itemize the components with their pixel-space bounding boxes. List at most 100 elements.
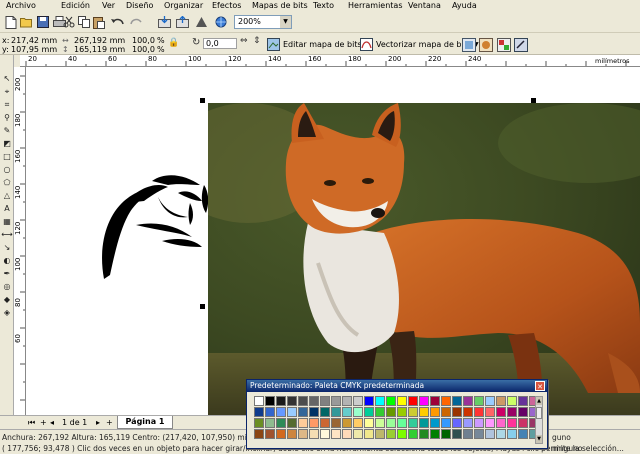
object-height-field[interactable]: 165,119 mm [74,45,125,54]
color-swatch[interactable] [276,407,286,417]
color-swatch[interactable] [287,407,297,417]
color-swatch[interactable] [386,396,396,406]
crop-tool-icon[interactable]: ⌗ [1,99,13,111]
palette-title[interactable]: Predeterminado: Paleta CMYK predetermina… [247,380,547,392]
color-swatch[interactable] [441,418,451,428]
import-icon[interactable] [156,14,172,30]
color-swatch[interactable] [419,396,429,406]
color-swatch[interactable] [265,396,275,406]
color-swatch[interactable] [452,396,462,406]
interactive-blend-tool-icon[interactable]: ◐ [1,255,13,267]
menu-ver[interactable]: Ver [102,0,115,11]
freehand-tool-icon[interactable]: ✎ [1,125,13,137]
color-swatch[interactable] [419,429,429,439]
color-swatch[interactable] [364,396,374,406]
x-position-field[interactable]: 217,42 mm [11,36,57,45]
color-swatch[interactable] [496,429,506,439]
color-swatch[interactable] [430,418,440,428]
color-swatch[interactable] [518,418,528,428]
redo-icon[interactable] [128,14,144,30]
color-swatch[interactable] [386,418,396,428]
scroll-down-icon[interactable]: ▼ [536,435,542,443]
color-swatch[interactable] [254,396,264,406]
crop-bitmap-icon[interactable] [461,37,477,53]
outline-tool-icon[interactable]: ◎ [1,281,13,293]
rectangle-tool-icon[interactable]: □ [1,151,13,163]
color-swatch[interactable] [331,429,341,439]
add-page-after-button[interactable]: + [106,417,113,429]
bitmap-color-mask-icon[interactable] [496,37,512,53]
menu-mapas-de-bits[interactable]: Mapas de bits [252,0,308,11]
dimension-tool-icon[interactable]: ⟷ [1,229,13,241]
color-swatch[interactable] [353,407,363,417]
new-icon[interactable] [3,14,19,30]
color-swatch[interactable] [353,418,363,428]
smart-fill-tool-icon[interactable]: ◩ [1,138,13,150]
color-swatch[interactable] [452,407,462,417]
color-swatch[interactable] [342,407,352,417]
color-swatch[interactable] [375,429,385,439]
color-swatch[interactable] [463,418,473,428]
close-icon[interactable]: ✕ [535,381,545,391]
color-swatch[interactable] [386,407,396,417]
color-swatch[interactable] [265,407,275,417]
edit-bitmap-button[interactable]: Editar mapa de bits... [267,37,369,52]
lock-ratio-icon[interactable]: 🔒 [168,39,179,48]
selection-handle[interactable] [531,98,536,103]
color-swatch[interactable] [254,407,264,417]
color-swatch[interactable] [397,429,407,439]
color-swatch[interactable] [342,396,352,406]
open-icon[interactable] [19,14,35,30]
color-swatch[interactable] [375,396,385,406]
color-swatch[interactable] [276,429,286,439]
color-swatch[interactable] [364,407,374,417]
color-swatch[interactable] [463,407,473,417]
selection-handle[interactable] [200,304,205,309]
first-page-button[interactable]: ⏮ [28,417,35,429]
color-swatch[interactable] [518,429,528,439]
text-tool-icon[interactable]: A [1,203,13,215]
menu-edicion[interactable]: Edición [61,0,90,11]
color-swatch[interactable] [485,429,495,439]
color-swatch[interactable] [298,407,308,417]
pick-tool-icon[interactable]: ↖ [1,73,13,85]
ellipse-tool-icon[interactable]: ○ [1,164,13,176]
outline-status[interactable]: ninguno [552,444,582,454]
scale-width-field[interactable]: 100,0 [132,36,155,45]
color-swatch[interactable] [474,396,484,406]
color-swatch[interactable] [364,418,374,428]
color-swatch[interactable] [485,407,495,417]
shape-tool-icon[interactable]: ⌖ [1,86,13,98]
color-swatch[interactable] [397,407,407,417]
color-swatch[interactable] [518,396,528,406]
connector-tool-icon[interactable]: ↘ [1,242,13,254]
color-swatch[interactable] [408,396,418,406]
rotation-angle-field[interactable]: 0,0 [203,38,237,49]
menu-diseno[interactable]: Diseño [126,0,153,11]
polygon-tool-icon[interactable]: ⬠ [1,177,13,189]
color-swatch[interactable] [408,407,418,417]
selection-handle[interactable] [200,98,205,103]
cut-icon[interactable] [61,14,77,30]
link-bitmap-icon[interactable] [513,37,529,53]
menu-organizar[interactable]: Organizar [164,0,203,11]
fill-tool-icon[interactable]: ◆ [1,294,13,306]
color-swatch[interactable] [309,429,319,439]
color-swatch[interactable] [463,396,473,406]
fill-status[interactable]: guno [552,433,571,443]
color-swatch[interactable] [485,396,495,406]
color-swatch[interactable] [430,429,440,439]
color-swatch[interactable] [353,429,363,439]
color-swatch[interactable] [320,429,330,439]
menu-archivo[interactable]: Archivo [6,0,36,11]
menu-efectos[interactable]: Efectos [212,0,241,11]
save-icon[interactable] [35,14,51,30]
color-swatch[interactable] [375,418,385,428]
zoom-level-combo[interactable]: 200% ▼ [234,15,292,29]
color-swatch[interactable] [485,418,495,428]
color-swatch[interactable] [474,407,484,417]
previous-page-button[interactable]: ◂ [50,417,54,429]
object-width-field[interactable]: 267,192 mm [74,36,125,45]
paste-icon[interactable] [91,14,107,30]
color-swatch[interactable] [463,429,473,439]
